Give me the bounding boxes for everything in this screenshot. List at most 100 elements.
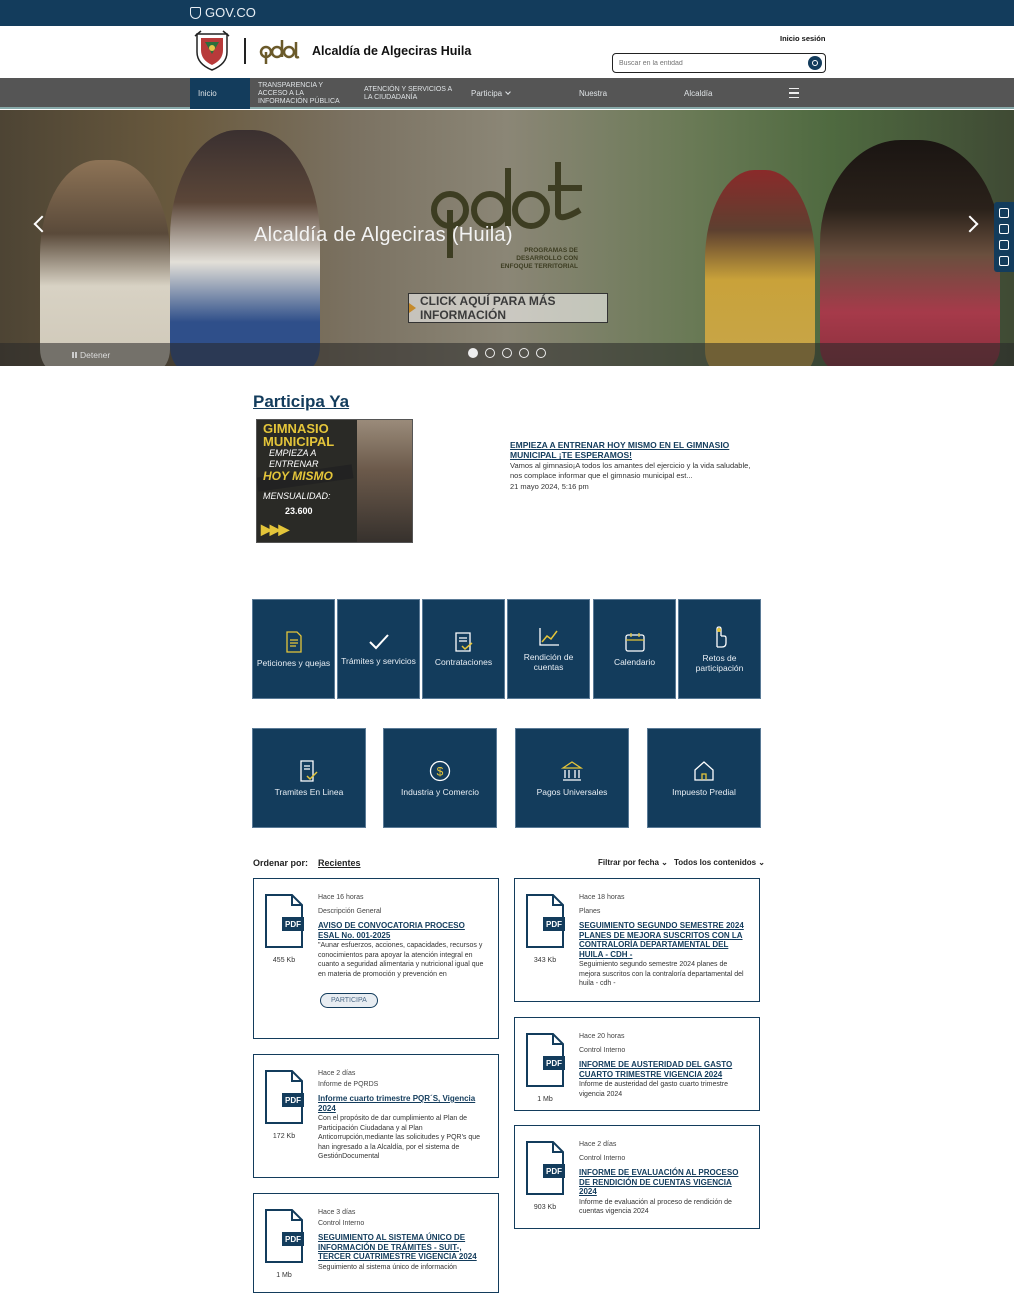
chevron-down-icon: ⌄: [756, 858, 766, 867]
card-title[interactable]: INFORME DE AUSTERIDAD DEL GASTO CUARTO T…: [579, 1060, 749, 1079]
card-title[interactable]: Informe cuarto trimestre PQR´S, Vigencia…: [318, 1094, 488, 1113]
card-category: Descripción General: [318, 908, 382, 915]
search-bar: [612, 53, 826, 73]
tile-label: Tramites En Linea: [274, 786, 344, 797]
card-time: Hace 20 horas: [579, 1033, 625, 1040]
pdf-icon: PDF: [265, 1070, 304, 1124]
document-card[interactable]: PDF 903 Kb Hace 2 días Control Interno I…: [514, 1125, 760, 1229]
stop-carousel-button[interactable]: Detener: [72, 350, 110, 360]
pdet-logo[interactable]: [258, 36, 300, 66]
filter-date-label: Filtrar por fecha: [598, 858, 659, 867]
card-time: Hace 2 días: [318, 1070, 356, 1077]
tile-label: Trámites y servicios: [341, 655, 416, 666]
filter-date-dropdown[interactable]: Filtrar por fecha ⌄: [598, 858, 668, 867]
tile-label: Calendario: [613, 656, 656, 667]
participa-title[interactable]: Participa Ya: [253, 392, 349, 412]
more-info-button[interactable]: CLICK AQUÍ PARA MÁS INFORMACIÓN: [408, 293, 608, 323]
font-size-icon[interactable]: [999, 224, 1009, 234]
check-icon: [368, 633, 389, 649]
card-title[interactable]: SEGUIMIENTO SEGUNDO SEMESTRE 2024 PLANES…: [579, 921, 749, 959]
featured-date: 21 mayo 2024, 5:16 pm: [510, 482, 589, 491]
svg-text:PDF: PDF: [546, 1059, 562, 1068]
document-card[interactable]: PDF 1 Mb Hace 20 horas Control Interno I…: [514, 1017, 760, 1111]
nav-alcaldia[interactable]: Alcaldía: [684, 78, 712, 109]
carousel-dot[interactable]: [502, 348, 512, 358]
search-input[interactable]: [619, 56, 799, 70]
hero-carousel: PROGRAMAS DE DESARROLLO CON ENFOQUE TERR…: [0, 110, 1014, 366]
play-arrow-icon: [409, 303, 416, 313]
document-icon: [285, 630, 302, 653]
main-nav: Inicio TRANSPARENCIA Y ACCESO A LA INFOR…: [0, 78, 1014, 109]
card-category: Control Interno: [579, 1047, 626, 1054]
person-image: [820, 140, 1000, 366]
gym-image-fee: 23.600: [285, 506, 313, 516]
document-card[interactable]: PDF 455 Kb Hace 16 horas Descripción Gen…: [253, 878, 499, 1039]
chevron-down-icon: [505, 89, 511, 95]
tile-rendicion[interactable]: Rendición de cuentas: [507, 599, 590, 699]
file-size: 172 Kb: [272, 1133, 296, 1140]
document-card[interactable]: PDF 1 Mb Hace 3 días Control Interno SEG…: [253, 1193, 499, 1293]
gym-image-fee-label: MENSUALIDAD:: [263, 491, 331, 501]
carousel-dot[interactable]: [485, 348, 495, 358]
tile-retos[interactable]: Retos de participación: [678, 599, 761, 699]
tile-label: Retos de participación: [695, 652, 744, 673]
font-decrease-icon[interactable]: [999, 240, 1009, 250]
municipal-shield-logo[interactable]: [193, 30, 231, 74]
gym-promo-image[interactable]: GIMNASIO MUNICIPAL EMPIEZA A ENTRENAR HO…: [256, 419, 413, 543]
participa-button[interactable]: PARTICIPA: [320, 993, 378, 1008]
file-size: 1 Mb: [276, 1272, 292, 1279]
login-link[interactable]: Inicio sesión: [780, 34, 825, 43]
nav-participa[interactable]: Participa: [471, 78, 511, 109]
nav-participa-label: Participa: [471, 89, 503, 98]
featured-title[interactable]: EMPIEZA A ENTRENAR HOY MISMO EN EL GIMNA…: [510, 440, 760, 460]
contrast-icon[interactable]: [999, 208, 1009, 218]
menu-icon[interactable]: [789, 88, 799, 98]
chart-icon: [538, 627, 559, 646]
carousel-dot[interactable]: [468, 348, 478, 358]
gym-image-highlight: HOY MISMO: [263, 469, 333, 483]
card-description: Con el propósito de dar cumplimiento al …: [318, 1115, 481, 1160]
card-time: Hace 16 horas: [318, 894, 364, 901]
search-button[interactable]: [808, 56, 822, 70]
card-title[interactable]: INFORME DE EVALUACIÓN AL PROCESO DE REND…: [579, 1168, 749, 1197]
gov-co-link[interactable]: GOV.CO: [190, 5, 256, 20]
sort-select[interactable]: Recientes: [318, 858, 361, 868]
tile-pagos-universales[interactable]: Pagos Universales: [515, 728, 629, 828]
tile-contrataciones[interactable]: Contrataciones: [422, 599, 505, 699]
site-title[interactable]: Alcaldía de Algeciras Huila: [312, 44, 471, 58]
nav-atencion[interactable]: ATENCIÓN Y SERVICIOS A LA CIUDADANÍA: [364, 78, 460, 109]
nav-inicio[interactable]: Inicio: [190, 78, 250, 109]
document-card[interactable]: PDF 172 Kb Hace 2 días Informe de PQRDS …: [253, 1054, 499, 1178]
hero-title: Alcaldía de Algeciras (Huila): [254, 224, 513, 246]
document-card[interactable]: PDF 343 Kb Hace 18 horas Planes SEGUIMIE…: [514, 878, 760, 1002]
card-title[interactable]: SEGUIMIENTO AL SISTEMA ÚNICO DE INFORMAC…: [318, 1233, 488, 1262]
card-category: Informe de PQRDS: [318, 1081, 379, 1088]
nav-nuestra[interactable]: Nuestra: [579, 78, 607, 109]
pdf-icon: PDF: [265, 1209, 304, 1263]
pdf-icon: PDF: [526, 1033, 565, 1087]
tile-industria-comercio[interactable]: $ Industria y Comercio: [383, 728, 497, 828]
reader-icon[interactable]: [999, 256, 1009, 266]
carousel-dot[interactable]: [536, 348, 546, 358]
nav-transparencia[interactable]: TRANSPARENCIA Y ACCESO A LA INFORMACIÓN …: [258, 78, 350, 109]
pdf-icon: PDF: [265, 894, 304, 948]
card-title[interactable]: AVISO DE CONVOCATORIA PROCESO ESAL No. 0…: [318, 921, 488, 940]
tile-label: Pagos Universales: [536, 786, 608, 797]
tile-tramites[interactable]: Trámites y servicios: [337, 599, 420, 699]
tile-peticiones[interactable]: Peticiones y quejas: [252, 599, 335, 699]
featured-post: EMPIEZA A ENTRENAR HOY MISMO EN EL GIMNA…: [510, 440, 760, 491]
tile-label: Rendición de cuentas: [523, 651, 574, 672]
sort-label: Ordenar por:: [253, 858, 309, 868]
tile-label: Impuesto Predial: [672, 786, 736, 797]
file-size: 903 Kb: [533, 1204, 557, 1211]
accessibility-toolbar: [994, 202, 1014, 272]
tile-calendario[interactable]: Calendario: [593, 599, 676, 699]
card-time: Hace 2 días: [579, 1141, 617, 1148]
tile-tramites-en-linea[interactable]: Tramites En Linea: [252, 728, 366, 828]
filter-content-dropdown[interactable]: Todos los contenidos ⌄: [674, 858, 765, 867]
online-procedure-icon: [300, 759, 318, 782]
svg-text:PDF: PDF: [546, 1167, 562, 1176]
more-info-label: CLICK AQUÍ PARA MÁS INFORMACIÓN: [420, 294, 556, 322]
carousel-dot[interactable]: [519, 348, 529, 358]
tile-impuesto-predial[interactable]: Impuesto Predial: [647, 728, 761, 828]
